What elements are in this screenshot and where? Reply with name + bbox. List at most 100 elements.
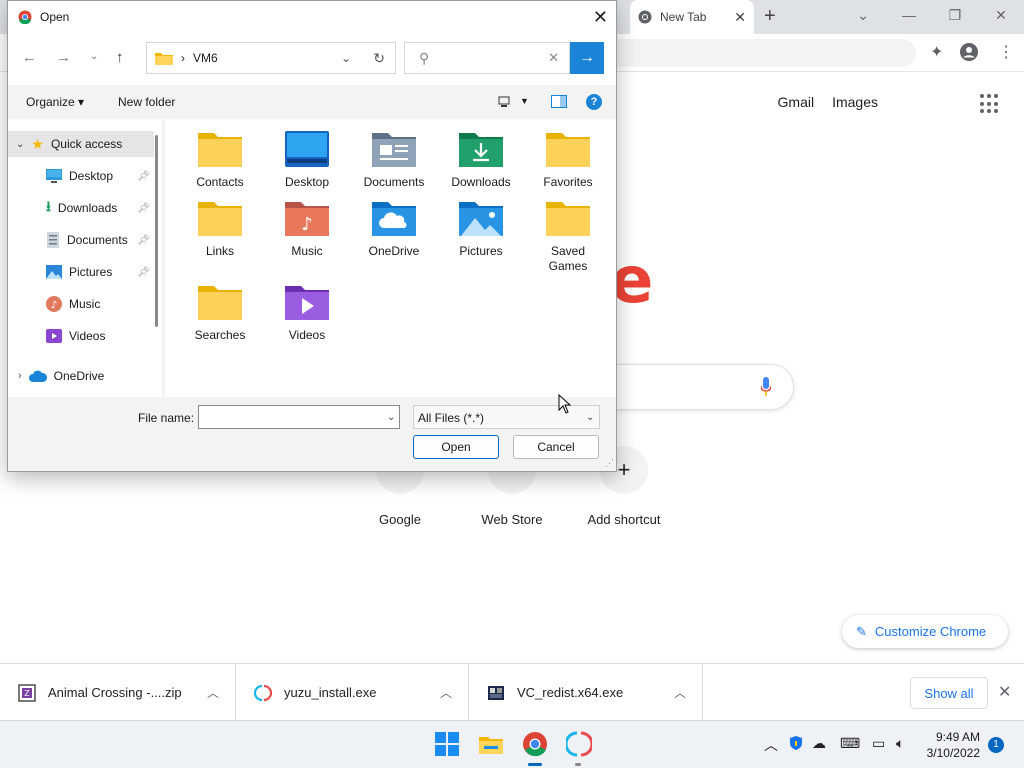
download-item[interactable]: yuzu_install.exe ︿ bbox=[236, 664, 469, 721]
clear-search-icon[interactable]: ✕ bbox=[548, 50, 559, 66]
refresh-icon[interactable]: ↻ bbox=[373, 50, 385, 67]
dialog-close-icon[interactable]: ✕ bbox=[593, 7, 608, 28]
restore-icon[interactable]: ❐ bbox=[932, 0, 978, 30]
search-go-button[interactable]: → bbox=[570, 42, 604, 74]
notification-badge[interactable]: 1 bbox=[988, 737, 1004, 753]
file-name-input[interactable] bbox=[198, 405, 400, 429]
open-file-dialog: Open ✕ ← → ⌄ ↑ › VM6 ⌄ ↻ ⚲ ✕ → Organize … bbox=[7, 0, 617, 472]
nav-quick-access[interactable]: ⌄ ★ Quick access bbox=[8, 131, 154, 157]
chevron-up-icon[interactable]: ︿ bbox=[764, 735, 778, 755]
taskbar: ︿ ☁ ⌨ ▭ 🔈︎ 9:49 AM 3/10/2022 1 bbox=[0, 720, 1024, 768]
tab-title: New Tab bbox=[660, 10, 707, 24]
folder-links[interactable]: Links bbox=[182, 200, 258, 259]
chevron-down-icon[interactable]: ▼ bbox=[520, 96, 529, 106]
minimize-icon[interactable]: — bbox=[886, 0, 932, 30]
show-all-button[interactable]: Show all bbox=[910, 677, 988, 709]
download-item[interactable]: Z Animal Crossing -....zip ︿ bbox=[0, 664, 236, 721]
address-bar[interactable] bbox=[600, 39, 916, 67]
folder-searches[interactable]: Searches bbox=[182, 284, 258, 343]
shortcut-label: Add shortcut bbox=[587, 512, 661, 527]
folder-label: Links bbox=[205, 244, 234, 258]
profile-icon[interactable] bbox=[960, 43, 978, 61]
cloud-offline-icon[interactable]: ☁ bbox=[812, 735, 826, 752]
folder-saved-games[interactable]: Saved Games bbox=[530, 200, 606, 274]
close-shelf-icon[interactable]: ✕ bbox=[998, 682, 1011, 702]
folder-favorites[interactable]: Favorites bbox=[530, 131, 606, 190]
folder-documents[interactable]: Documents bbox=[356, 131, 432, 190]
folder-downloads[interactable]: Downloads bbox=[443, 131, 519, 190]
folder-onedrive[interactable]: OneDrive bbox=[356, 200, 432, 259]
images-link[interactable]: Images bbox=[832, 94, 878, 110]
yuzu-icon[interactable] bbox=[566, 731, 592, 757]
chevron-up-icon[interactable]: ︿ bbox=[207, 684, 219, 701]
chevron-down-icon[interactable]: ⌄ bbox=[16, 139, 24, 150]
nav-pictures[interactable]: Pictures 📌︎ bbox=[8, 259, 154, 285]
up-arrow-icon[interactable]: ↑ bbox=[116, 49, 124, 66]
forward-arrow-icon[interactable]: → bbox=[56, 49, 71, 66]
open-button[interactable]: Open bbox=[413, 435, 499, 459]
shield-icon[interactable] bbox=[788, 735, 804, 751]
gmail-link[interactable]: Gmail bbox=[778, 94, 815, 110]
nav-music[interactable]: ♪ Music bbox=[8, 291, 154, 317]
cancel-button[interactable]: Cancel bbox=[513, 435, 599, 459]
chrome-icon[interactable] bbox=[522, 731, 548, 757]
videos-icon bbox=[46, 329, 62, 343]
breadcrumb-path[interactable]: VM6 bbox=[193, 51, 218, 65]
tab-close-icon[interactable]: ✕ bbox=[734, 9, 746, 26]
window-close-icon[interactable]: ✕ bbox=[978, 0, 1024, 30]
new-folder-button[interactable]: New folder bbox=[118, 95, 175, 109]
yuzu-icon bbox=[254, 684, 272, 701]
chevron-up-icon[interactable]: ︿ bbox=[674, 684, 686, 701]
customize-chrome-button[interactable]: ✎ Customize Chrome bbox=[842, 615, 1008, 648]
view-options-icon[interactable] bbox=[498, 96, 510, 108]
menu-icon[interactable]: ⋮ bbox=[998, 42, 1014, 62]
folder-contacts[interactable]: Contacts bbox=[182, 131, 258, 190]
folder-videos[interactable]: Videos bbox=[269, 284, 345, 343]
chrome-favicon-icon bbox=[638, 10, 652, 24]
folder-icon bbox=[155, 53, 173, 65]
back-arrow-icon[interactable]: ← bbox=[22, 49, 37, 66]
folder-pictures[interactable]: Pictures bbox=[443, 200, 519, 259]
file-explorer-icon[interactable] bbox=[478, 731, 504, 757]
tab-search-icon[interactable]: ⌄ bbox=[840, 0, 886, 30]
recent-locations-icon[interactable]: ⌄ bbox=[90, 51, 98, 62]
chevron-up-icon[interactable]: ︿ bbox=[440, 684, 452, 701]
svg-text:Z: Z bbox=[24, 689, 30, 698]
folder-music[interactable]: ♪ Music bbox=[269, 200, 345, 259]
pictures-icon bbox=[46, 265, 62, 279]
pin-icon: 📌︎ bbox=[137, 234, 150, 246]
google-apps-icon[interactable] bbox=[980, 94, 1000, 114]
tab-new-tab[interactable]: New Tab ✕ bbox=[630, 0, 754, 34]
download-item[interactable]: VC_redist.x64.exe ︿ bbox=[469, 664, 703, 721]
resize-grip-icon[interactable]: ⋰ bbox=[605, 458, 614, 469]
new-tab-icon[interactable]: + bbox=[764, 6, 776, 26]
chevron-right-icon[interactable]: › bbox=[18, 370, 22, 382]
nav-desktop[interactable]: Desktop 📌︎ bbox=[8, 163, 154, 189]
nav-onedrive[interactable]: › OneDrive bbox=[8, 363, 154, 389]
svg-text:♪: ♪ bbox=[51, 300, 57, 311]
nav-label: Videos bbox=[69, 329, 106, 343]
nav-documents[interactable]: Documents 📌︎ bbox=[8, 227, 154, 253]
preview-pane-icon[interactable] bbox=[551, 95, 567, 108]
network-icon[interactable]: ▭ bbox=[872, 735, 885, 752]
chevron-down-icon[interactable]: ⌄ bbox=[387, 412, 395, 423]
clock[interactable]: 9:49 AM 3/10/2022 bbox=[922, 729, 980, 761]
nav-downloads[interactable]: ⭳ Downloads 📌︎ bbox=[8, 195, 154, 221]
address-breadcrumb[interactable]: › VM6 ⌄ ↻ bbox=[146, 42, 396, 74]
help-icon[interactable]: ? bbox=[586, 94, 602, 110]
nav-scrollbar[interactable] bbox=[155, 135, 158, 327]
chevron-down-icon[interactable]: ⌄ bbox=[341, 51, 351, 65]
nav-videos[interactable]: Videos bbox=[8, 323, 154, 349]
search-field[interactable]: ⚲ ✕ bbox=[404, 42, 570, 74]
folder-desktop[interactable]: Desktop bbox=[269, 131, 345, 190]
google-search-box[interactable] bbox=[600, 364, 794, 410]
download-shelf: Z Animal Crossing -....zip ︿ yuzu_instal… bbox=[0, 663, 1024, 721]
keyboard-icon[interactable]: ⌨ bbox=[840, 735, 860, 752]
organize-button[interactable]: Organize ▾ bbox=[26, 95, 84, 109]
desktop-icon bbox=[46, 169, 62, 183]
microphone-icon[interactable] bbox=[761, 377, 771, 397]
chevron-down-icon[interactable]: ⌄ bbox=[586, 412, 594, 423]
start-icon[interactable] bbox=[434, 731, 460, 757]
extensions-icon[interactable]: ✦ bbox=[930, 42, 943, 62]
volume-icon[interactable]: 🔈︎ bbox=[896, 735, 904, 752]
